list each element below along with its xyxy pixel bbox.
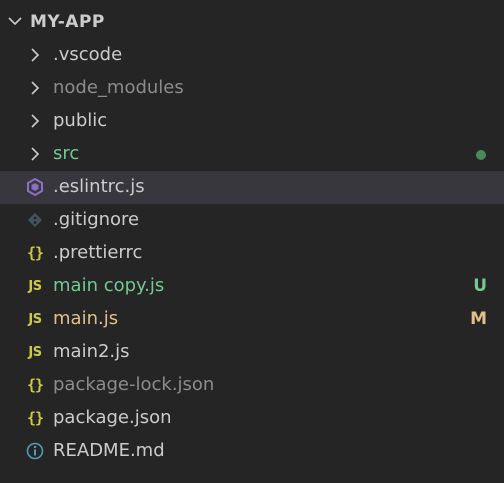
tree-item-label: .prettierrc xyxy=(53,242,143,263)
tree-item-public[interactable]: public xyxy=(0,105,504,138)
chevron-down-icon[interactable] xyxy=(7,13,23,29)
tree-item-label: .gitignore xyxy=(53,209,140,230)
chevron-right-icon[interactable] xyxy=(26,79,44,97)
javascript-icon: JS xyxy=(28,311,42,327)
tree-item-label: .vscode xyxy=(53,44,123,65)
chevron-right-icon[interactable] xyxy=(26,145,44,163)
tree-item-node-modules[interactable]: node_modules xyxy=(0,72,504,105)
explorer-section-header[interactable]: MY-APP xyxy=(0,5,504,39)
tree-item-gitignore[interactable]: .gitignore xyxy=(0,204,504,237)
javascript-icon: JS xyxy=(28,278,42,294)
tree-item-label: public xyxy=(53,110,108,131)
tree-item-label: package.json xyxy=(53,407,172,428)
tree-item-label: src xyxy=(53,143,80,164)
json-braces-icon: {} xyxy=(26,409,44,427)
tree-item-package-json[interactable]: {} package.json xyxy=(0,402,504,435)
tree-item-label: main copy.js xyxy=(53,275,165,296)
eslint-icon xyxy=(26,178,44,196)
tree-item-prettierrc[interactable]: {} .prettierrc xyxy=(0,237,504,270)
json-braces-icon: {} xyxy=(26,376,44,394)
git-changes-dot xyxy=(476,150,486,160)
tree-item-label: node_modules xyxy=(53,77,184,98)
file-explorer: MY-APP .vscode node_modules public src .… xyxy=(0,0,504,483)
tree-item-main-copy-js[interactable]: JS main copy.js U xyxy=(0,270,504,303)
tree-item-package-lock-json[interactable]: {} package-lock.json xyxy=(0,369,504,402)
tree-item-main-js[interactable]: JS main.js M xyxy=(0,303,504,336)
tree-item-vscode[interactable]: .vscode xyxy=(0,39,504,72)
tree-item-main2-js[interactable]: JS main2.js xyxy=(0,336,504,369)
git-icon xyxy=(26,211,44,229)
tree-item-label: package-lock.json xyxy=(53,374,215,395)
tree-item-label: README.md xyxy=(53,440,165,461)
git-status-badge: M xyxy=(470,309,487,329)
json-braces-icon: {} xyxy=(26,244,44,262)
chevron-right-icon[interactable] xyxy=(26,46,44,64)
tree-item-readme-md[interactable]: README.md xyxy=(0,435,504,468)
info-icon xyxy=(26,442,44,460)
javascript-icon: JS xyxy=(28,344,42,360)
tree-item-label: .eslintrc.js xyxy=(53,176,145,197)
chevron-right-icon[interactable] xyxy=(26,112,44,130)
tree-item-eslintrc[interactable]: .eslintrc.js xyxy=(0,171,504,204)
git-status-badge: U xyxy=(473,276,487,296)
explorer-section-title: MY-APP xyxy=(30,12,105,32)
tree-item-label: main.js xyxy=(53,308,119,329)
tree-item-src[interactable]: src xyxy=(0,138,504,171)
tree-item-label: main2.js xyxy=(53,341,130,362)
